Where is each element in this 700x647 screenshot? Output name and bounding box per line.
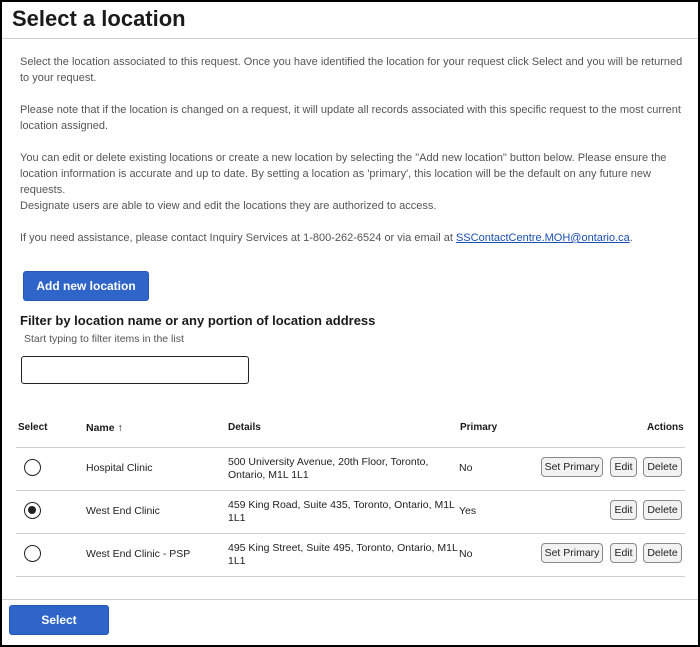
delete-button[interactable]: Delete xyxy=(643,500,682,520)
delete-button[interactable]: Delete xyxy=(643,457,682,477)
filter-heading: Filter by location name or any portion o… xyxy=(20,313,376,328)
set-primary-button[interactable]: Set Primary xyxy=(541,543,603,563)
table-row: West End Clinic 459 King Road, Suite 435… xyxy=(16,491,685,534)
edit-button[interactable]: Edit xyxy=(610,457,637,477)
row-select-radio[interactable] xyxy=(24,502,41,519)
column-header-primary: Primary xyxy=(460,422,498,433)
add-new-location-button[interactable]: Add new location xyxy=(23,271,149,301)
location-details: 495 King Street, Suite 495, Toronto, Ont… xyxy=(228,542,458,567)
location-name: Hospital Clinic xyxy=(86,462,153,474)
column-header-details: Details xyxy=(228,422,261,433)
row-select-radio[interactable] xyxy=(24,545,41,562)
dialog-header: Select a location xyxy=(2,2,698,39)
location-primary: Yes xyxy=(459,505,477,517)
set-primary-button[interactable]: Set Primary xyxy=(541,457,603,477)
select-button[interactable]: Select xyxy=(9,605,109,635)
intro-paragraph-4: Designate users are able to view and edi… xyxy=(20,200,437,212)
table-row: Hospital Clinic 500 University Avenue, 2… xyxy=(16,448,685,491)
location-primary: No xyxy=(459,462,473,474)
assistance-text: If you need assistance, please contact I… xyxy=(20,232,456,244)
intro-paragraph-3: You can edit or delete existing location… xyxy=(20,152,667,196)
intro-paragraph-1: Select the location associated to this r… xyxy=(20,56,683,84)
location-details: 459 King Road, Suite 435, Toronto, Ontar… xyxy=(228,499,455,524)
dialog-title: Select a location xyxy=(12,6,186,31)
column-header-actions: Actions xyxy=(647,422,684,433)
delete-button[interactable]: Delete xyxy=(643,543,682,563)
intro-paragraph-5: If you need assistance, please contact I… xyxy=(20,230,685,246)
table-row: West End Clinic - PSP 495 King Street, S… xyxy=(16,534,685,577)
column-header-name-label: Name xyxy=(86,422,115,434)
filter-hint: Start typing to filter items in the list xyxy=(24,333,184,345)
location-primary: No xyxy=(459,548,473,560)
column-header-select: Select xyxy=(18,422,48,433)
assistance-suffix: . xyxy=(629,232,633,244)
row-select-radio[interactable] xyxy=(24,459,41,476)
edit-button[interactable]: Edit xyxy=(610,500,637,520)
dialog-body: Select the location associated to this r… xyxy=(2,39,698,599)
select-location-dialog: Select a location Select the location as… xyxy=(0,0,700,647)
location-name: West End Clinic - PSP xyxy=(86,548,191,560)
edit-button[interactable]: Edit xyxy=(610,543,637,563)
intro-paragraph-2: Please note that if the location is chan… xyxy=(20,104,681,132)
sort-ascending-icon: ↑ xyxy=(117,422,123,434)
location-details: 500 University Avenue, 20th Floor, Toron… xyxy=(228,456,429,481)
email-link[interactable]: SSContactCentre.MOH@ontario.ca xyxy=(456,232,630,244)
column-header-name[interactable]: Name ↑ xyxy=(86,422,123,434)
location-name: West End Clinic xyxy=(86,505,160,517)
footer-divider xyxy=(2,599,698,600)
filter-input[interactable] xyxy=(21,356,249,384)
